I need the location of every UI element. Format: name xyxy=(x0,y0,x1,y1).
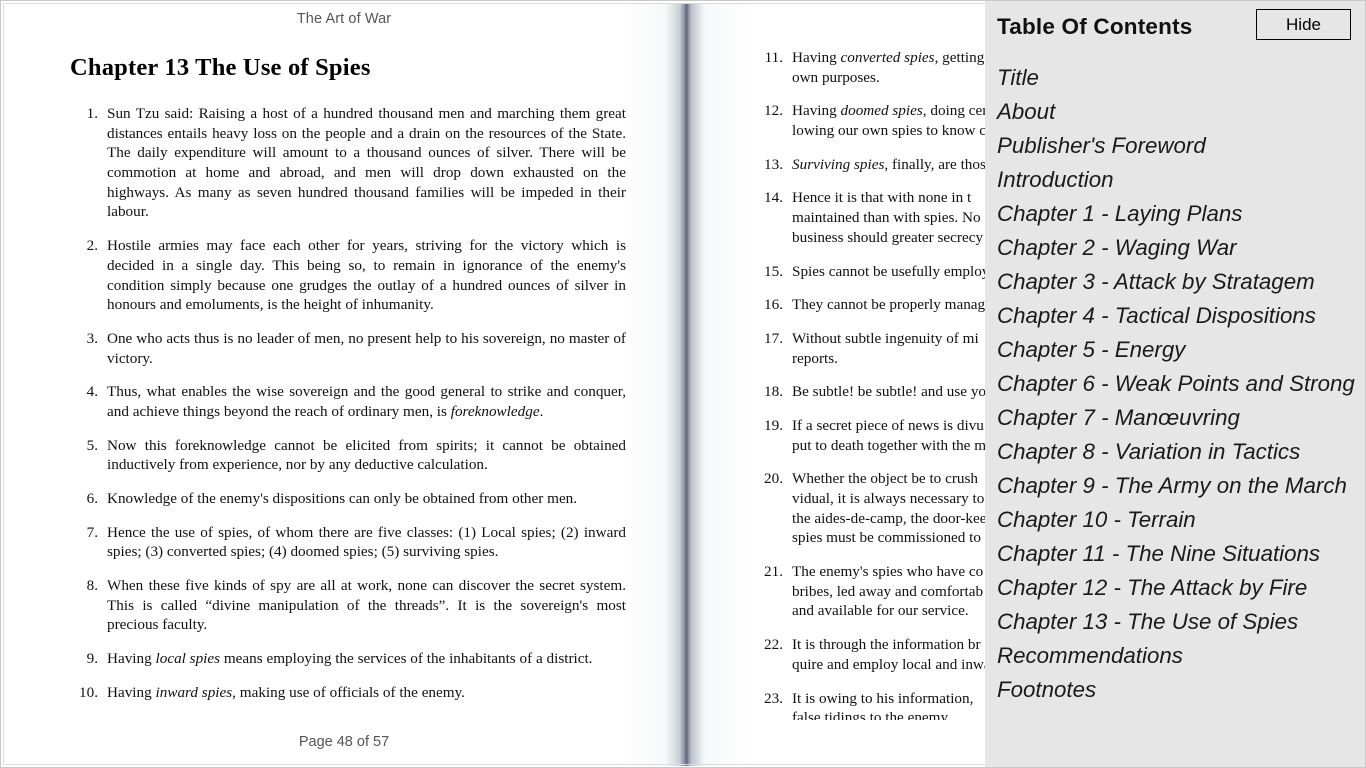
verse-text: Hence the use of spies, of whom there ar… xyxy=(107,523,626,561)
verse-number: 21 xyxy=(743,562,783,582)
toc-item[interactable]: About xyxy=(985,95,1365,129)
verse-number: 13 xyxy=(743,155,783,175)
verse-number: 6 xyxy=(66,489,98,509)
verse-number: 20 xyxy=(743,469,783,489)
toc-item[interactable]: Chapter 3 - Attack by Stratagem xyxy=(985,265,1365,299)
toc-item[interactable]: Title xyxy=(985,61,1365,95)
toc-item[interactable]: Chapter 2 - Waging War xyxy=(985,231,1365,265)
verse-number: 19 xyxy=(743,416,783,436)
verse-text: Having inward spies, making use of offic… xyxy=(107,683,465,701)
verse-text: Knowledge of the enemy's dispositions ca… xyxy=(107,490,578,507)
toc-item[interactable]: Footnotes xyxy=(985,673,1365,707)
toc-item[interactable]: Recommendations xyxy=(985,639,1365,673)
verse-number: 11 xyxy=(743,48,783,68)
toc-item[interactable]: Chapter 12 - The Attack by Fire xyxy=(985,571,1365,605)
verse-item: 7 Hence the use of spies, of whom there a… xyxy=(66,523,626,562)
verse-number: 18 xyxy=(743,382,783,402)
verse-number: 5 xyxy=(66,436,98,456)
verse-item: 10 Having inward spies, making use of off… xyxy=(66,683,626,703)
verse-text: One who acts thus is no leader of men, n… xyxy=(107,329,626,367)
toc-item-list: Title About Publisher's Foreword Introducti… xyxy=(985,61,1365,767)
verse-number: 23 xyxy=(743,689,783,709)
toc-item[interactable]: Chapter 5 - Energy xyxy=(985,333,1365,367)
verse-number: 2 xyxy=(66,236,98,256)
toc-item[interactable]: Chapter 9 - The Army on the March xyxy=(985,469,1365,503)
page-left-body: Chapter 13 The Use of Spies 1 Sun Tzu sai… xyxy=(66,46,626,720)
book-title-header: The Art of War xyxy=(296,11,392,27)
verse-number: 22 xyxy=(743,635,783,655)
toc-item[interactable]: Introduction xyxy=(985,163,1365,197)
verse-number: 3 xyxy=(66,329,98,349)
verse-item: 5 Now this foreknowledge cannot be elicit… xyxy=(66,436,626,475)
toc-item[interactable]: Chapter 13 - The Use of Spies xyxy=(985,605,1365,639)
hide-toc-button[interactable]: Hide xyxy=(1256,9,1351,40)
verse-number: 14 xyxy=(743,188,783,208)
verse-text: Thus, what enables the wise sovereign an… xyxy=(107,383,626,420)
toc-header: Table Of Contents Hide xyxy=(985,1,1365,57)
verse-item: 9 Having local spies means employing the … xyxy=(66,649,626,669)
verse-number: 10 xyxy=(66,683,98,703)
verse-number: 16 xyxy=(743,295,783,315)
verse-number: 9 xyxy=(66,649,98,669)
table-of-contents-panel: Table Of Contents Hide Title About Publish… xyxy=(985,1,1365,767)
page-left[interactable]: The Art of War Chapter 13 The Use of Spi… xyxy=(4,4,684,766)
ebook-reader-window: The Art of War Chapter 13 The Use of Spi… xyxy=(0,0,1366,768)
verse-list-left: 1 Sun Tzu said: Raising a host of a hundr… xyxy=(66,104,626,703)
verse-item: 4 Thus, what enables the wise sovereign a… xyxy=(66,382,626,421)
verse-item: 2 Hostile armies may face each other for … xyxy=(66,236,626,315)
verse-item: 8 When these five kinds of spy are all at… xyxy=(66,576,626,635)
verse-item: 3 One who acts thus is no leader of men, … xyxy=(66,329,626,368)
toc-item[interactable]: Chapter 10 - Terrain xyxy=(985,503,1365,537)
toc-item[interactable]: Publisher's Foreword xyxy=(985,129,1365,163)
toc-item[interactable]: Chapter 4 - Tactical Dispositions xyxy=(985,299,1365,333)
chapter-title: Chapter 13 The Use of Spies xyxy=(70,54,371,81)
verse-text: Now this foreknowledge cannot be elicite… xyxy=(107,436,626,474)
verse-item: 1 Sun Tzu said: Raising a host of a hundr… xyxy=(66,104,626,222)
verse-text: Sun Tzu said: Raising a host of a hundre… xyxy=(107,105,626,221)
verse-number: 8 xyxy=(66,576,98,596)
verse-item: 6 Knowledge of the enemy's dispositions c… xyxy=(66,489,626,509)
verse-number: 7 xyxy=(66,523,98,543)
verse-number: 12 xyxy=(743,101,783,121)
verse-number: 4 xyxy=(66,382,98,402)
verse-number: 15 xyxy=(743,262,783,282)
verse-number: 1 xyxy=(66,104,98,124)
verse-text: When these five kinds of spy are all at … xyxy=(107,577,626,634)
toc-item[interactable]: Chapter 7 - Manœuvring xyxy=(985,401,1365,435)
verse-text: Hostile armies may face each other for y… xyxy=(107,237,626,314)
verse-text: Having local spies means employing the s… xyxy=(107,650,593,668)
toc-item[interactable]: Chapter 11 - The Nine Situations xyxy=(985,537,1365,571)
toc-item[interactable]: Chapter 8 - Variation in Tactics xyxy=(985,435,1365,469)
toc-item[interactable]: Chapter 1 - Laying Plans xyxy=(985,197,1365,231)
toc-item[interactable]: Chapter 6 - Weak Points and Strong xyxy=(985,367,1365,401)
page-number-left: Page 48 of 57 xyxy=(298,734,390,750)
verse-number: 17 xyxy=(743,329,783,349)
toc-title: Table Of Contents xyxy=(997,14,1193,39)
